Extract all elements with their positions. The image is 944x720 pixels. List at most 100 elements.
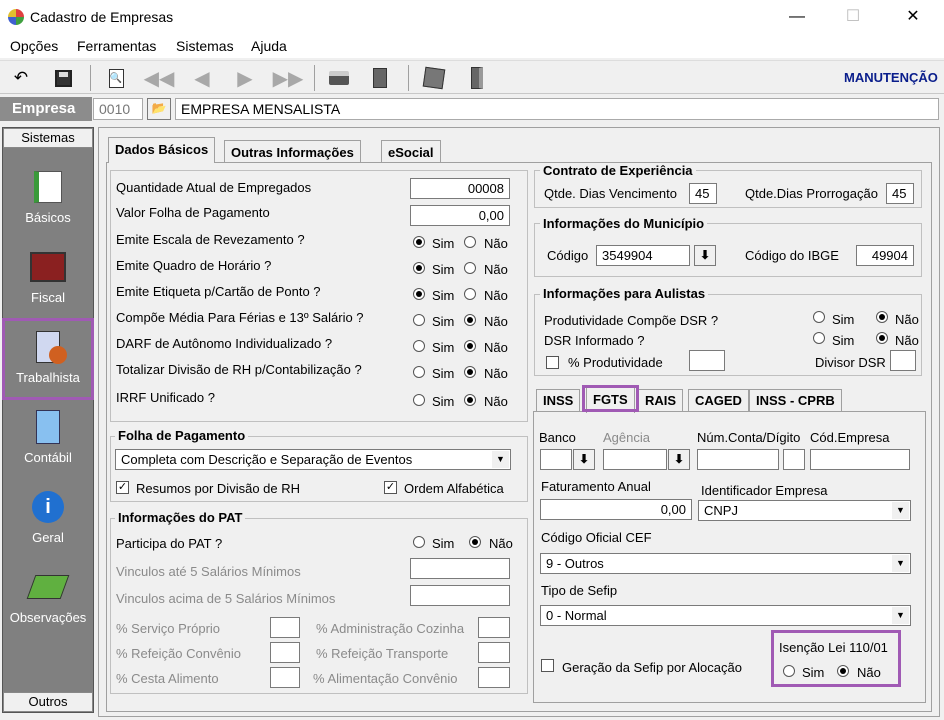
save-icon[interactable]	[51, 66, 75, 90]
banco-dropdown-icon[interactable]: ⬇	[573, 449, 595, 470]
sefip-label: Tipo de Sefip	[541, 583, 618, 598]
empresa-name-field[interactable]: EMPRESA MENSALISTA	[175, 98, 939, 120]
qtd-field[interactable]: 00008	[410, 178, 510, 199]
prod-sim-radio[interactable]	[813, 311, 825, 323]
menu-ferramentas[interactable]: Ferramentas	[77, 38, 156, 54]
dados-row-nao-radio[interactable]	[464, 314, 476, 326]
minimize-button[interactable]: —	[774, 4, 820, 30]
valor-field[interactable]: 0,00	[410, 205, 510, 226]
menu-ajuda[interactable]: Ajuda	[251, 38, 287, 54]
last-icon[interactable]: ▶▶	[273, 66, 304, 90]
resumos-checkbox[interactable]: ✓	[116, 481, 129, 494]
print-icon[interactable]	[327, 66, 351, 90]
sidebar-item-fiscal[interactable]: Fiscal	[3, 248, 93, 305]
sidebar-header[interactable]: Sistemas	[3, 128, 93, 148]
admin-field[interactable]	[478, 617, 510, 638]
tab-outras-informacoes[interactable]: Outras Informações	[224, 140, 361, 164]
dados-row-nao-radio[interactable]	[464, 366, 476, 378]
vinc-acima-field[interactable]	[410, 585, 510, 606]
sidebar-footer[interactable]: Outros	[3, 692, 93, 712]
prorr-field[interactable]: 45	[886, 183, 914, 204]
prev-icon[interactable]: ◀	[190, 66, 214, 90]
conta-field[interactable]	[697, 449, 779, 470]
sidebar-item-label: Contábil	[24, 450, 72, 465]
menu-opcoes[interactable]: Opções	[10, 38, 58, 54]
folha-select[interactable]: Completa com Descrição e Separação de Ev…	[115, 449, 511, 470]
preview-icon[interactable]: 🔍	[104, 66, 128, 90]
dados-row-nao-radio[interactable]	[464, 340, 476, 352]
app-icon	[8, 9, 24, 25]
dados-row-sim-radio[interactable]	[413, 394, 425, 406]
fat-field[interactable]: 0,00	[540, 499, 692, 520]
divisor-field[interactable]	[890, 350, 916, 371]
maximize-button[interactable]: ☐	[830, 4, 876, 30]
refeicao-field[interactable]	[270, 642, 300, 663]
exit-icon[interactable]	[465, 66, 489, 90]
fgts-highlight	[582, 385, 639, 412]
subtab-inss[interactable]: INSS	[536, 389, 581, 411]
dados-row-sim-radio[interactable]	[413, 366, 425, 378]
ident-select[interactable]: CNPJ ▼	[698, 500, 911, 521]
sefip-select-value: 0 - Normal	[546, 608, 607, 623]
codigo-field[interactable]: 3549904	[596, 245, 690, 266]
alim-field[interactable]	[478, 667, 510, 688]
dados-row-sim-radio[interactable]	[413, 314, 425, 326]
cod-empresa-field[interactable]	[810, 449, 910, 470]
produtividade-checkbox[interactable]	[546, 356, 559, 369]
dados-row-sim-radio[interactable]	[413, 262, 425, 274]
dados-row-nao-radio[interactable]	[464, 236, 476, 248]
ibge-field[interactable]: 49904	[856, 245, 914, 266]
dados-row-nao-radio[interactable]	[464, 288, 476, 300]
menu-sistemas[interactable]: Sistemas	[176, 38, 234, 54]
sefip-select[interactable]: 0 - Normal ▼	[540, 605, 911, 626]
tab-esocial[interactable]: eSocial	[381, 140, 441, 164]
dados-row-label: Compõe Média Para Férias e 13º Salário ?	[116, 310, 364, 325]
dsr-sim-label: Sim	[832, 333, 855, 348]
prod-nao-radio[interactable]	[876, 311, 888, 323]
dados-row-sim-radio[interactable]	[413, 288, 425, 300]
ref-transp-field[interactable]	[478, 642, 510, 663]
dados-row-sim-radio[interactable]	[413, 340, 425, 352]
sidebar-item-geral[interactable]: i Geral	[3, 488, 93, 545]
tools-icon[interactable]	[422, 66, 446, 90]
sidebar-item-observacoes[interactable]: Observações	[3, 568, 93, 625]
dados-row-nao-radio[interactable]	[464, 394, 476, 406]
tab-dados-basicos[interactable]: Dados Básicos	[108, 137, 216, 163]
pat-nao-radio[interactable]	[469, 536, 481, 548]
aulistas-title: Informações para Aulistas	[540, 286, 709, 301]
calc-icon[interactable]	[368, 66, 392, 90]
sidebar-item-basicos[interactable]: Básicos	[3, 168, 93, 225]
dados-row-sim-label: Sim	[432, 288, 455, 303]
sidebar-item-contabil[interactable]: Contábil	[3, 408, 93, 465]
dropdown-arrow-icon[interactable]: ⬇	[694, 245, 716, 266]
folder-open-icon[interactable]: 📂	[147, 98, 171, 120]
menu-bar: Opções Ferramentas Sistemas Ajuda	[0, 34, 944, 58]
subtab-cprb[interactable]: INSS - CPRB	[749, 389, 842, 411]
subtab-rais[interactable]: RAIS	[638, 389, 684, 411]
vinc-acima-label: Vinculos acima de 5 Salários Mínimos	[116, 591, 336, 606]
dsr-sim-radio[interactable]	[813, 332, 825, 344]
close-button[interactable]: ✕	[890, 4, 936, 30]
geracao-checkbox[interactable]	[541, 659, 554, 672]
cesta-field[interactable]	[270, 667, 300, 688]
ident-label: Identificador Empresa	[701, 483, 828, 498]
first-icon[interactable]: ◀◀	[144, 66, 175, 90]
digito-field[interactable]	[783, 449, 805, 470]
dsr-nao-radio[interactable]	[876, 332, 888, 344]
agencia-field[interactable]	[603, 449, 667, 470]
vinc-ate-field[interactable]	[410, 558, 510, 579]
venc-field[interactable]: 45	[689, 183, 717, 204]
subtab-caged[interactable]: CAGED	[688, 389, 749, 411]
banco-field[interactable]	[540, 449, 572, 470]
empresa-code-field[interactable]: 0010	[93, 98, 143, 120]
undo-icon[interactable]: ↶	[9, 66, 33, 90]
pat-sim-radio[interactable]	[413, 536, 425, 548]
ordem-checkbox[interactable]: ✓	[384, 481, 397, 494]
dados-row-sim-radio[interactable]	[413, 236, 425, 248]
next-icon[interactable]: ▶	[233, 66, 257, 90]
dados-row-nao-radio[interactable]	[464, 262, 476, 274]
servico-field[interactable]	[270, 617, 300, 638]
agencia-dropdown-icon[interactable]: ⬇	[668, 449, 690, 470]
cef-select[interactable]: 9 - Outros ▼	[540, 553, 911, 574]
perc-field[interactable]	[689, 350, 725, 371]
